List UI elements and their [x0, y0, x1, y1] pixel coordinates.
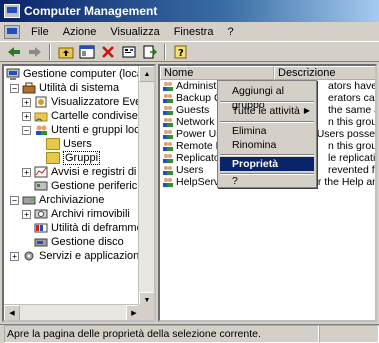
tree-item-performance-logs[interactable]: + Avvisi e registri di prestazion — [22, 165, 142, 179]
tree-horizontal-scrollbar[interactable]: ◀ ▶ — [4, 304, 142, 320]
collapse-toggle[interactable]: − — [22, 125, 31, 135]
group-icon — [163, 165, 173, 175]
menu-item-all-tasks[interactable]: Tutte le attività ▶ — [220, 104, 314, 118]
tree-item-system-tools[interactable]: − Utilità di sistema — [10, 81, 119, 95]
scroll-up-icon[interactable]: ▲ — [139, 66, 154, 82]
menu-azione[interactable]: Azione — [56, 24, 104, 40]
event-viewer-icon — [35, 96, 47, 108]
services-icon — [24, 251, 34, 261]
main-panes: Gestione computer (locale) − Utilità di … — [2, 64, 377, 322]
device-manager-icon — [34, 181, 48, 191]
menu-item-help[interactable]: ? — [220, 175, 314, 187]
tree-vertical-scrollbar[interactable]: ▲ ▼ — [138, 66, 154, 308]
menu-item-rename[interactable]: Rinomina — [220, 138, 314, 152]
group-icon — [163, 141, 173, 151]
column-description[interactable]: Descrizione — [274, 66, 375, 80]
help-icon[interactable]: ? — [171, 43, 190, 60]
shared-folder-icon — [34, 112, 48, 122]
menu-separator — [220, 101, 314, 103]
group-icon — [163, 117, 173, 127]
tree-item-device-manager[interactable]: Gestione periferiche — [34, 179, 142, 193]
export-icon[interactable] — [140, 43, 159, 60]
menu-item-properties[interactable]: Proprietà — [220, 157, 314, 171]
toolbar-separator — [164, 43, 166, 60]
forward-icon[interactable] — [25, 43, 44, 60]
tree-item-shared-folders[interactable]: + Cartelle condivise — [22, 109, 138, 123]
tree-root[interactable]: Gestione computer (locale) — [6, 67, 142, 81]
up-folder-icon[interactable] — [56, 43, 75, 60]
status-bar: Apre la pagina delle proprietà della sel… — [0, 324, 379, 343]
status-panel — [319, 325, 379, 343]
folder-icon — [46, 138, 60, 150]
svg-text:?: ? — [178, 48, 184, 59]
tree-item-groups[interactable]: Gruppi — [46, 151, 101, 165]
list-header: Nome Descrizione — [160, 66, 375, 80]
expand-toggle[interactable]: + — [22, 209, 31, 219]
title-bar: Computer Management — [0, 0, 379, 22]
open-folder-icon — [46, 152, 60, 164]
disk-management-icon — [34, 238, 48, 247]
tree-item-users[interactable]: Users — [46, 137, 92, 151]
toolbar-separator — [49, 43, 51, 60]
expand-toggle[interactable]: + — [10, 251, 19, 261]
expand-toggle[interactable]: + — [22, 97, 31, 107]
group-icon — [163, 129, 173, 139]
menu-file[interactable]: File — [24, 24, 56, 40]
menu-separator — [220, 121, 314, 123]
menu-bar: File Azione Visualizza Finestra ? — [0, 22, 379, 42]
scroll-left-icon[interactable]: ◀ — [4, 305, 20, 320]
collapse-toggle[interactable]: − — [10, 83, 19, 93]
menu-visualizza[interactable]: Visualizza — [103, 24, 166, 40]
toolbar: ? — [0, 42, 379, 62]
group-icon — [163, 81, 173, 91]
tree-item-disk-management[interactable]: Gestione disco — [34, 235, 124, 249]
group-icon — [163, 105, 173, 115]
menu-help[interactable]: ? — [220, 24, 240, 40]
window-menu-icon[interactable] — [4, 24, 20, 39]
removable-storage-icon — [34, 209, 48, 219]
tree-item-local-users-groups[interactable]: − Utenti e gruppi locali — [22, 123, 142, 137]
group-icon — [163, 93, 173, 103]
group-icon — [163, 153, 173, 163]
window-title: Computer Management — [24, 4, 158, 18]
defrag-icon — [34, 223, 48, 233]
console-tree[interactable]: Gestione computer (locale) − Utilità di … — [2, 64, 156, 322]
menu-item-add-to-group[interactable]: Aggiungi al gruppo — [220, 84, 314, 111]
tree-item-storage[interactable]: − Archiviazione — [10, 193, 104, 207]
computer-icon — [6, 68, 20, 80]
menu-finestra[interactable]: Finestra — [167, 24, 221, 40]
properties-view-icon[interactable] — [77, 43, 96, 60]
context-menu: Aggiungi al gruppo Tutte le attività ▶ E… — [217, 80, 317, 188]
back-icon[interactable] — [4, 43, 23, 60]
menu-separator — [220, 154, 314, 156]
storage-icon — [22, 196, 36, 205]
tree-item-event-viewer[interactable]: + Visualizzatore Eventi — [22, 95, 142, 109]
users-groups-icon — [36, 125, 47, 135]
column-name[interactable]: Nome — [160, 66, 274, 80]
delete-icon[interactable] — [98, 43, 117, 60]
tree-item-services-apps[interactable]: + Servizi e applicazioni — [10, 249, 142, 263]
submenu-arrow-icon: ▶ — [303, 106, 310, 115]
tree-item-removable-storage[interactable]: + Archivi rimovibili — [22, 207, 130, 221]
expand-toggle[interactable]: + — [22, 167, 31, 177]
performance-logs-icon — [34, 166, 48, 178]
tree-item-defrag[interactable]: Utilità di deframmentazione c — [34, 221, 142, 235]
group-icon — [163, 177, 173, 187]
computer-management-icon — [4, 4, 20, 18]
menu-item-delete[interactable]: Elimina — [220, 124, 314, 138]
collapse-toggle[interactable]: − — [10, 195, 19, 205]
expand-toggle[interactable]: + — [22, 111, 31, 121]
properties-icon[interactable] — [119, 43, 138, 60]
scrollbar-corner — [138, 304, 154, 320]
toolbox-icon — [22, 82, 36, 94]
status-text: Apre la pagina delle proprietà della sel… — [4, 325, 319, 343]
